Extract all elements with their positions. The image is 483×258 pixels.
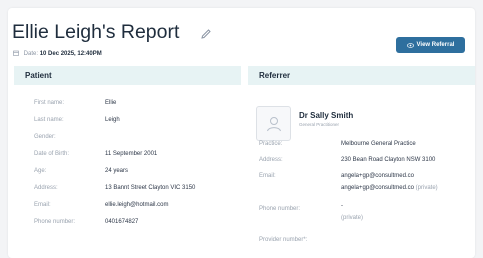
- email-label: Email:: [34, 202, 51, 208]
- provider-number-label: Provider number*:: [259, 237, 308, 243]
- referrer-address-label: Address:: [259, 157, 283, 163]
- referrer-heading: Referrer: [259, 71, 291, 80]
- phone-label: Phone number:: [34, 219, 76, 225]
- dob-label: Date of Birth:: [34, 151, 70, 157]
- referrer-phone-value: -: [341, 203, 343, 209]
- referrer-email-value[interactable]: angela+gp@consultmed.co: [341, 173, 414, 179]
- phone-value: 0401674827: [105, 219, 139, 225]
- user-icon: [266, 116, 281, 131]
- last-name-label: Last name:: [34, 117, 64, 123]
- age-value: 24 years: [105, 168, 129, 174]
- patient-heading: Patient: [25, 71, 52, 80]
- view-referral-label: View Referral: [416, 42, 455, 48]
- view-referral-button[interactable]: View Referral: [396, 37, 465, 53]
- date-label: Date:: [23, 51, 39, 57]
- gender-label: Gender:: [34, 134, 56, 140]
- email-private-note: (private): [415, 185, 438, 191]
- referrer-address-value: 230 Bean Road Clayton NSW 3100: [341, 157, 436, 163]
- referrer-role: General Practitioner: [299, 122, 340, 127]
- calendar-icon: [13, 50, 19, 56]
- address-value: 13 Bannt Street Clayton VIC 3150: [105, 185, 196, 191]
- last-name-value: Leigh: [105, 117, 120, 123]
- referrer-phone-label: Phone number:: [259, 206, 301, 212]
- practice-label: Practice:: [259, 141, 283, 147]
- age-label: Age:: [34, 168, 47, 174]
- dob-value: 11 September 2001: [105, 151, 158, 157]
- referrer-name: Dr Sally Smith: [299, 111, 354, 120]
- avatar: [256, 106, 291, 141]
- referrer-section-header: Referrer: [248, 66, 475, 85]
- page-title: Ellie Leigh's Report: [12, 21, 180, 43]
- address-label: Address:: [34, 185, 58, 191]
- practice-value: Melbourne General Practice: [341, 141, 416, 147]
- first-name-label: First name:: [34, 100, 65, 106]
- eye-icon: [406, 42, 414, 48]
- referrer-email-label: Email:: [259, 173, 276, 179]
- email-value[interactable]: ellie.leigh@hotmail.com: [105, 202, 168, 208]
- date-value: 10 Dec 2025, 12:40PM: [39, 51, 102, 57]
- first-name-value: Ellie: [105, 100, 117, 106]
- phone-private-note: (private): [341, 215, 364, 221]
- report-date: Date: 10 Dec 2025, 12:40PM: [13, 50, 102, 57]
- pencil-icon[interactable]: [200, 28, 212, 40]
- patient-section-header: Patient: [14, 66, 241, 85]
- referrer-email-value-2: angela+gp@consultmed.co: [341, 185, 414, 191]
- referrer-email-private-value[interactable]: angela+gp@consultmed.co (private): [341, 185, 438, 191]
